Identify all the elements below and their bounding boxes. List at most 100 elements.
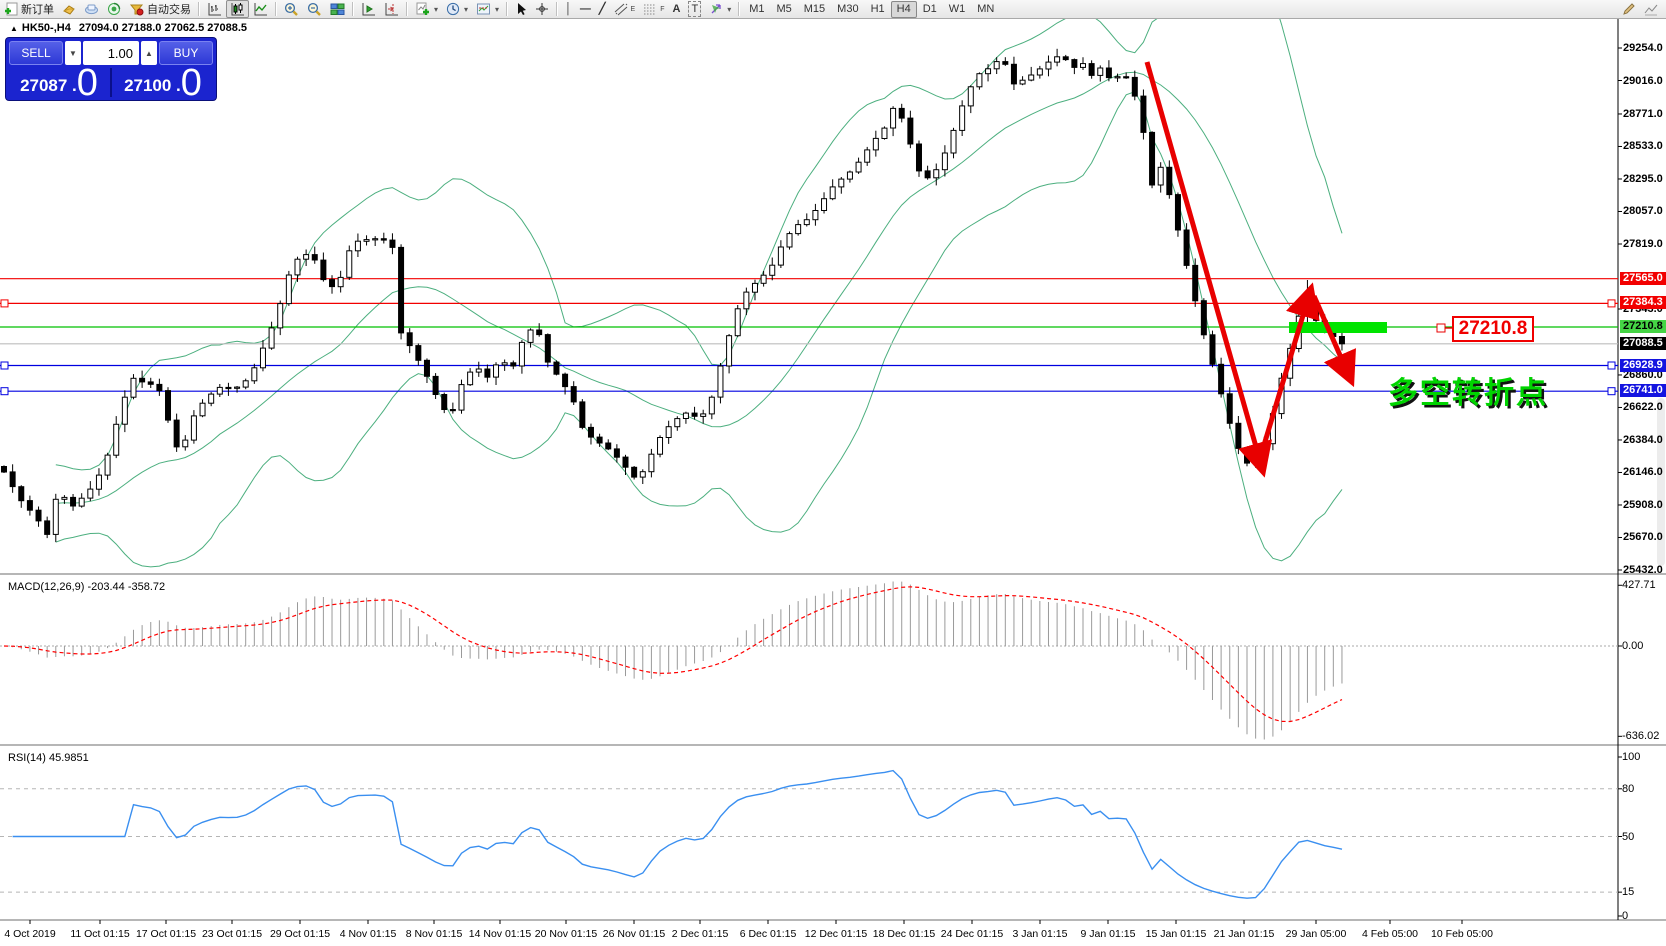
publisher-button[interactable] (80, 0, 103, 18)
label-tool-button[interactable]: T (684, 0, 705, 18)
date-label: 6 Dec 01:15 (740, 928, 797, 940)
timeframe-h1-button[interactable]: H1 (865, 1, 891, 18)
date-label: 29 Oct 01:15 (270, 928, 330, 940)
toolbar-right-group (1618, 0, 1666, 18)
price-axis-tick: 25432.0 (1623, 564, 1663, 576)
auto-trading-icon (129, 2, 144, 16)
history-center-button[interactable] (58, 0, 80, 18)
volume-increase-button[interactable]: ▲ (141, 41, 157, 65)
zoom-out-button[interactable] (303, 0, 326, 18)
bollinger-bands (56, 0, 1342, 567)
price-callout-box[interactable]: 27210.8 (1452, 316, 1534, 342)
zoom-in-button[interactable] (280, 0, 303, 18)
arrows-dropdown-arrow[interactable]: ▾ (727, 5, 731, 14)
line-handle[interactable] (1, 388, 8, 395)
rsi-axis-tick: 15 (1622, 886, 1634, 898)
buy-price-main: 27100 . (124, 76, 181, 96)
text-tool-icon: A (673, 2, 681, 16)
trend-arrows[interactable] (1147, 62, 1350, 468)
pencil-icon (1622, 2, 1636, 16)
date-label: 17 Oct 01:15 (136, 928, 196, 940)
timeframe-m5-button[interactable]: M5 (770, 1, 797, 18)
date-label: 4 Feb 05:00 (1362, 928, 1418, 940)
indicators-dropdown-arrow[interactable]: ▾ (434, 5, 438, 14)
panel-collapse-caret[interactable]: ▲ (10, 24, 18, 33)
price-axis-tick: 29016.0 (1623, 75, 1663, 87)
price-axis-tag: 26741.0 (1620, 384, 1666, 397)
timeframe-m30-button[interactable]: M30 (831, 1, 864, 18)
line-handle[interactable] (1608, 300, 1615, 307)
new-order-label: 新订单 (21, 1, 54, 17)
date-label: 24 Dec 01:15 (941, 928, 1003, 940)
date-label: 12 Dec 01:15 (805, 928, 867, 940)
macd-signal-line (4, 587, 1342, 722)
trend-arrow[interactable] (1147, 62, 1262, 468)
toolbar-separator (556, 2, 558, 16)
tile-windows-button[interactable] (326, 0, 349, 18)
toolbar-separator (352, 2, 354, 16)
templates-dropdown-arrow[interactable]: ▾ (495, 5, 499, 14)
new-order-button[interactable]: 新订单 (0, 0, 58, 18)
symbol-period-label: HK50-,H4 (22, 22, 71, 34)
chart-properties-button[interactable] (1640, 0, 1662, 18)
timeframe-d1-button[interactable]: D1 (917, 1, 943, 18)
support-zone-bar[interactable] (1289, 322, 1387, 333)
draw-properties-button[interactable] (1618, 0, 1640, 18)
price-axis-tick: 26622.0 (1623, 401, 1663, 413)
toolbar-separator (275, 2, 277, 16)
auto-scroll-button[interactable] (357, 0, 380, 18)
buy-price-pips: 0 (181, 70, 202, 96)
horizontal-line-tool-button[interactable]: — (576, 0, 595, 18)
sell-price[interactable]: 27087 .0 (9, 68, 109, 97)
timeframe-w1-button[interactable]: W1 (943, 1, 972, 18)
chart-shift-button[interactable] (380, 0, 403, 18)
cursor-tool-button[interactable] (511, 0, 531, 18)
date-label: 15 Jan 01:15 (1146, 928, 1207, 940)
buy-price[interactable]: 27100 .0 (113, 68, 213, 97)
tile-windows-icon (330, 2, 345, 16)
equidistant-channel-tool-button[interactable]: E (610, 0, 640, 18)
trendline-tool-button[interactable]: ╱ (595, 0, 610, 18)
turning-point-note[interactable]: 多空转折点 (1388, 368, 1548, 412)
trend-arrow[interactable] (1258, 292, 1310, 465)
arrows-tool-button[interactable]: ▾ (705, 0, 735, 18)
line-handle[interactable] (1608, 362, 1615, 369)
price-axis-tick: 26384.0 (1623, 434, 1663, 446)
timeframe-m1-button[interactable]: M1 (743, 1, 770, 18)
signals-button[interactable] (103, 0, 125, 18)
date-label: 4 Oct 2019 (4, 928, 55, 940)
date-label: 8 Nov 01:15 (406, 928, 463, 940)
vertical-line-tool-button[interactable]: │ (561, 0, 576, 18)
rsi-axis-tick: 100 (1622, 751, 1640, 763)
timeframe-h4-button[interactable]: H4 (891, 1, 917, 18)
horizontal-line-icon: — (580, 2, 591, 16)
timeframe-mn-button[interactable]: MN (971, 1, 1000, 18)
fibonacci-tool-button[interactable]: F (639, 0, 668, 18)
periods-dropdown-arrow[interactable]: ▾ (464, 5, 468, 14)
candlestick-chart-button[interactable] (226, 0, 249, 18)
templates-button[interactable]: ▾ (472, 0, 503, 18)
zoom-in-icon (284, 2, 299, 17)
indicators-button[interactable]: ▾ (411, 0, 442, 18)
auto-trading-button[interactable]: 自动交易 (125, 0, 195, 18)
signal-icon (107, 2, 121, 16)
sell-price-main: 27087 . (20, 76, 77, 96)
fibonacci-icon (643, 2, 657, 16)
text-tool-button[interactable]: A (669, 0, 685, 18)
callout-handle[interactable] (1437, 324, 1445, 332)
line-chart-button[interactable] (249, 0, 272, 18)
line-handle[interactable] (1, 362, 8, 369)
sell-button[interactable]: SELL (9, 41, 63, 65)
line-handle[interactable] (1, 300, 8, 307)
price-axis-tag: 27565.0 (1620, 272, 1666, 285)
horizontal-levels[interactable] (0, 279, 1618, 395)
timeframe-m15-button[interactable]: M15 (798, 1, 831, 18)
crosshair-tool-button[interactable] (531, 0, 553, 18)
clock-icon (446, 2, 460, 16)
bar-chart-button[interactable] (203, 0, 226, 18)
periods-button[interactable]: ▾ (442, 0, 472, 18)
rsi-indicator-label: RSI(14) 45.9851 (8, 752, 89, 764)
price-divider (110, 68, 112, 97)
price-axis-tick: 27819.0 (1623, 238, 1663, 250)
line-handle[interactable] (1608, 388, 1615, 395)
